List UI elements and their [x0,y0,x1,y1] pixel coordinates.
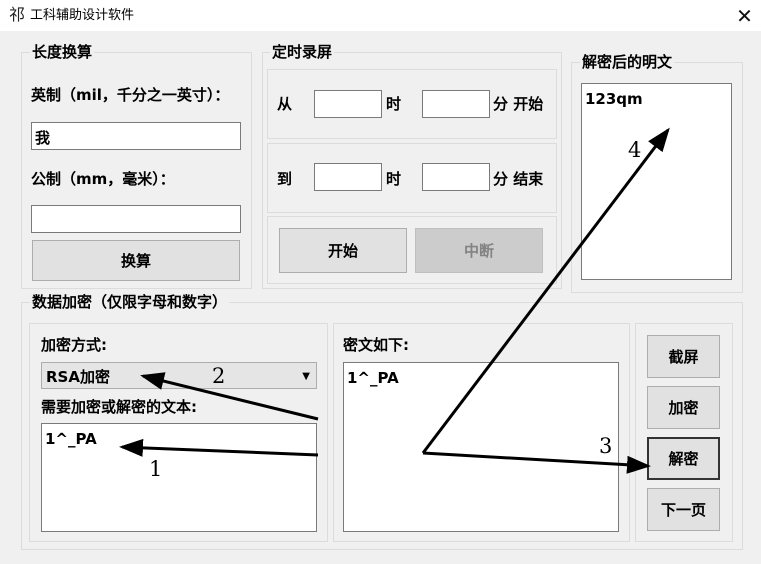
annotation-arrow-3 [422,451,651,474]
annotation-arrow-1 [119,438,319,457]
annotation-number-3: 3 [599,434,612,458]
annotation-number-2: 2 [212,364,225,388]
annotation-arrow-2 [140,372,319,421]
annotation-number-1: 1 [149,457,162,481]
annotation-overlay: 1 2 3 4 [119,127,670,481]
annotation-number-4: 4 [628,138,641,162]
annotation-arrow-4 [421,127,670,454]
